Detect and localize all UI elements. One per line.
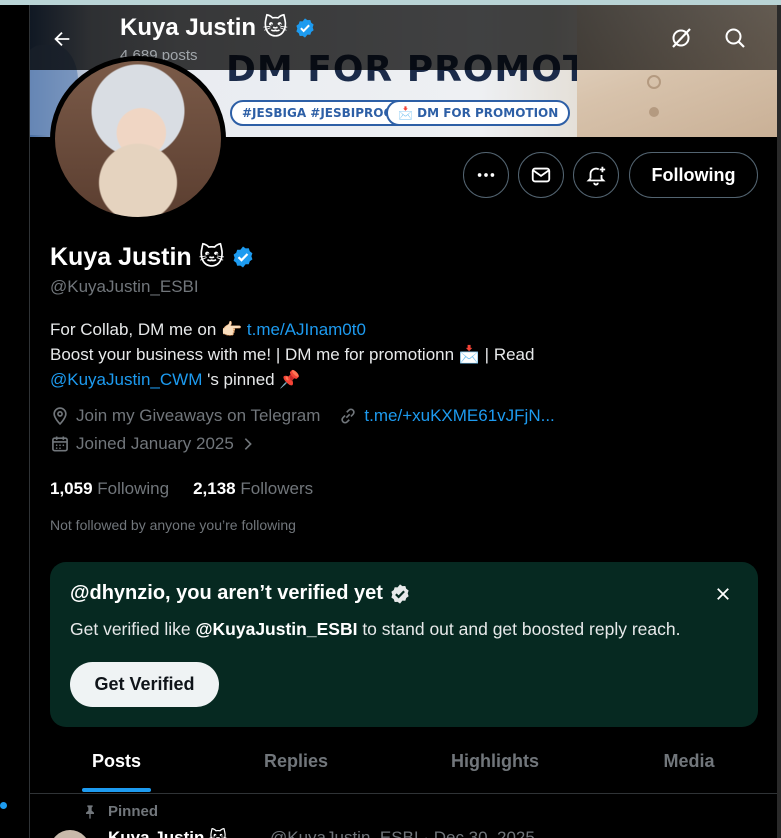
bio-text: For Collab, DM me on 👉🏻 [50, 320, 247, 339]
more-icon [477, 173, 495, 177]
tab-media[interactable]: Media [601, 729, 777, 793]
following-stat[interactable]: 1,059 Following [50, 479, 169, 499]
close-icon [717, 588, 729, 600]
tab-posts[interactable]: Posts [30, 729, 203, 793]
verified-badge-icon[interactable] [231, 245, 255, 269]
active-tab-indicator [82, 788, 151, 792]
profile-avatar-frame[interactable] [50, 56, 226, 222]
profile-meta-row: Joined January 2025 [50, 434, 256, 454]
verified-badge-icon [296, 17, 314, 38]
header-title: Kuya Justin 🐱 [120, 13, 316, 42]
profile-name: Kuya Justin 🐱 [50, 243, 225, 271]
left-gutter [0, 5, 29, 838]
pinned-label-row: Pinned [82, 803, 158, 820]
pinned-label: Pinned [108, 803, 159, 820]
link-icon [341, 408, 356, 424]
tab-highlights[interactable]: Highlights [389, 729, 601, 793]
bio-mention-link[interactable]: @KuyaJustin_CWM [50, 370, 202, 389]
notification-dot [0, 802, 7, 809]
search-button[interactable] [717, 20, 753, 56]
website-item[interactable]: t.me/+xuKXME61vJFjN... [338, 406, 555, 426]
following-count: 1,059 [50, 479, 93, 498]
search-icon [725, 28, 745, 48]
scrollbar[interactable] [777, 5, 781, 838]
post-meta: @KuyaJustin_ESBI · Dec 30, 2025 [270, 828, 535, 838]
followers-count: 2,138 [193, 479, 236, 498]
website-link[interactable]: t.me/+xuKXME61vJFjN... [364, 406, 554, 426]
verification-text-part: Get verified like [70, 619, 196, 639]
pin-icon [86, 804, 94, 819]
profile-tabs: Posts Replies Highlights Media [30, 729, 777, 794]
avatar[interactable] [50, 830, 90, 838]
tab-replies[interactable]: Replies [203, 729, 389, 793]
location-icon [53, 407, 67, 426]
bio-line-2: Boost your business with me! | DM me for… [50, 345, 535, 364]
grok-button[interactable] [663, 20, 699, 56]
following-button[interactable]: Following [629, 152, 758, 198]
bio-telegram-link[interactable]: t.me/AJInam0t0 [247, 320, 366, 339]
bio-text: 's pinned 📌 [202, 370, 301, 389]
back-button[interactable] [44, 21, 80, 57]
back-arrow-icon [54, 31, 70, 47]
profile-meta-row: Join my Giveaways on Telegram t.me/+xuKX… [50, 406, 555, 426]
banner-dm-pill: 📩 DM FOR PROMOTION [386, 100, 571, 126]
get-verified-button[interactable]: Get Verified [70, 662, 219, 707]
verified-check-icon [391, 583, 409, 604]
chevron-right-icon [244, 438, 252, 450]
notify-button[interactable] [573, 152, 619, 198]
verification-card: @dhynzio, you aren’t verified yet Get ve… [50, 562, 758, 727]
notification-icon [586, 166, 606, 186]
more-button[interactable] [463, 152, 509, 198]
bio-line-1: For Collab, DM me on 👉🏻 t.me/AJInam0t0 [50, 317, 750, 342]
followers-stat[interactable]: 2,138 Followers [193, 479, 313, 499]
post-author-name[interactable]: Kuya Justin 🐱 [108, 828, 227, 838]
follow-stats: 1,059 Following 2,138 Followers [50, 479, 313, 499]
message-icon [531, 167, 551, 183]
profile-bio: For Collab, DM me on 👉🏻 t.me/AJInam0t0 B… [50, 317, 750, 392]
grok-icon [672, 28, 691, 48]
verification-text-part: to stand out and get boosted reply reach… [357, 619, 681, 639]
verification-text: Get verified like @KuyaJustin_ESBI to st… [70, 619, 680, 640]
close-button[interactable] [709, 580, 737, 608]
following-label: Following [97, 479, 170, 498]
verification-title: @dhynzio, you aren’t verified yet [70, 582, 411, 605]
avatar [55, 61, 221, 217]
verification-title-text: @dhynzio, you aren’t verified yet [70, 582, 383, 604]
followers-label: Followers [240, 479, 314, 498]
joined-item[interactable]: Joined January 2025 [50, 434, 256, 454]
verification-handle: @KuyaJustin_ESBI [195, 619, 358, 639]
pinned-post[interactable]: Kuya Justin 🐱 @KuyaJustin_ESBI · Dec 30,… [50, 826, 750, 838]
calendar-icon [52, 436, 68, 452]
header-name: Kuya Justin 🐱 [120, 14, 288, 41]
profile-handle: @KuyaJustin_ESBI [50, 277, 199, 296]
location-text: Join my Giveaways on Telegram [76, 406, 321, 425]
not-followed-notice: Not followed by anyone you’re following [50, 517, 296, 533]
bio-line-3: @KuyaJustin_CWM 's pinned 📌 [50, 367, 750, 392]
message-button[interactable] [518, 152, 564, 198]
profile-name-row: Kuya Justin 🐱 [50, 242, 255, 272]
location-item: Join my Giveaways on Telegram [50, 406, 320, 426]
joined-text: Joined January 2025 [76, 434, 234, 453]
